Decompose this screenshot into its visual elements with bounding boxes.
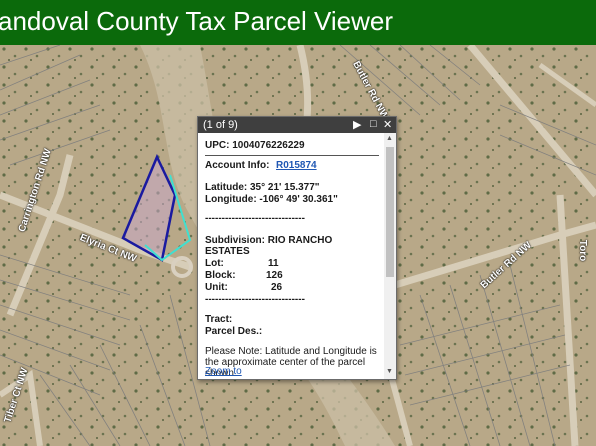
road-label-toro: Toro <box>577 239 589 262</box>
unit-value: 26 <box>271 282 283 293</box>
upc-text: UPC: 1004076226229 <box>205 140 305 151</box>
latitude-text: Latitude: 35° 21' 15.377" <box>205 182 320 193</box>
lot-value: 11 <box>268 258 279 269</box>
block-value: 126 <box>266 270 283 281</box>
parcel-info-popup: (1 of 9) ▶ □ ✕ UPC: 1004076226229 Accoun… <box>197 116 397 380</box>
app-header: andoval County Tax Parcel Viewer <box>0 0 596 45</box>
play-icon[interactable]: ▶ <box>353 118 361 131</box>
separator-text: ------------------------------ <box>205 213 305 224</box>
divider <box>205 155 379 156</box>
note-text: Please Note: Latitude and Longitude is <box>205 346 377 357</box>
scrollbar-thumb[interactable] <box>386 147 394 277</box>
block-label: Block: <box>205 270 236 281</box>
scroll-down-icon[interactable]: ▼ <box>386 368 393 375</box>
subdivision-text: Subdivision: RIO RANCHO <box>205 235 333 246</box>
account-link[interactable]: R015874 <box>276 160 317 171</box>
maximize-icon[interactable]: □ <box>370 118 377 130</box>
close-icon[interactable]: ✕ <box>383 118 392 131</box>
account-label: Account Info: <box>205 160 270 171</box>
longitude-text: Longitude: -106° 49' 30.361" <box>205 194 338 205</box>
feature-counter: (1 of 9) <box>203 119 238 131</box>
popup-content: UPC: 1004076226229 Account Info: R015874… <box>198 133 384 379</box>
zoom-to-link[interactable]: Zoom to <box>205 366 242 377</box>
app-title: andoval County Tax Parcel Viewer <box>0 6 394 36</box>
unit-label: Unit: <box>205 282 228 293</box>
popup-scrollbar[interactable]: ▲ ▼ <box>384 133 396 379</box>
subdivision-text-cont: ESTATES <box>205 246 250 257</box>
scroll-up-icon[interactable]: ▲ <box>386 135 393 142</box>
tract-label: Tract: <box>205 314 233 325</box>
popup-titlebar: (1 of 9) ▶ □ ✕ <box>198 117 396 133</box>
lot-label: Lot: <box>205 258 224 269</box>
separator-text-2: ------------------------------ <box>205 294 305 305</box>
parcel-des-label: Parcel Des.: <box>205 326 263 337</box>
